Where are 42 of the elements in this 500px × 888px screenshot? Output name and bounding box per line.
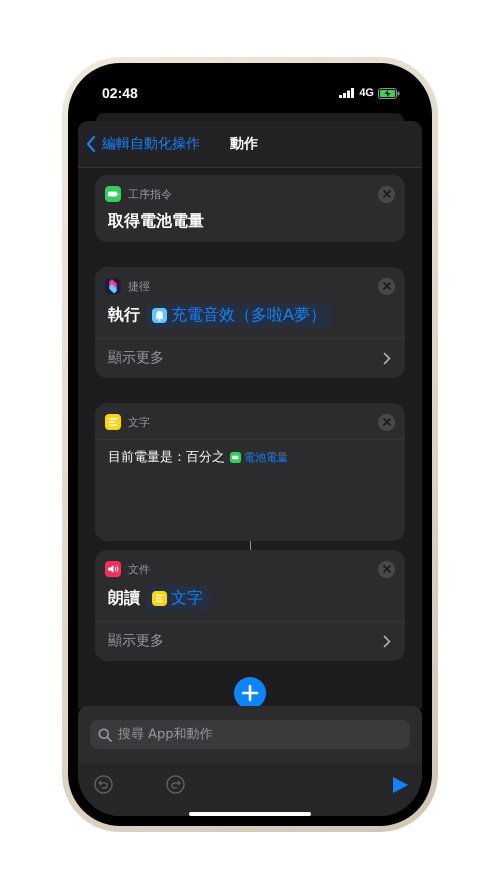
variable-token[interactable]: 充電音效（多啦A夢） [146, 303, 332, 328]
nav-title: 動作 [230, 135, 258, 153]
close-button[interactable] [378, 414, 395, 430]
signal-icon [339, 88, 356, 98]
app-label: 捷徑 [128, 278, 151, 294]
back-chevron-icon [86, 136, 96, 152]
search-icon [98, 728, 112, 742]
action-verb: 朗讀 [108, 588, 140, 609]
close-icon [382, 564, 392, 574]
close-button[interactable] [378, 560, 395, 578]
text-content: 目前電量是：百分之 [108, 449, 225, 466]
undo-icon[interactable] [94, 775, 113, 794]
redo-icon[interactable] [166, 775, 185, 794]
close-icon [382, 417, 392, 427]
bell-icon [152, 308, 167, 323]
search-field[interactable]: 搜尋 App和動作 [90, 720, 410, 749]
network-label: 4G [359, 87, 374, 99]
show-more-row[interactable]: 顯示更多 [95, 339, 405, 378]
action-verb: 執行 [108, 305, 140, 326]
play-icon[interactable] [393, 777, 408, 793]
app-label: 文件 [128, 562, 151, 576]
app-label: 文字 [128, 414, 151, 430]
speaker-icon [105, 561, 121, 577]
battery-charging-icon [378, 88, 400, 98]
variable-token[interactable]: 文字 [146, 586, 209, 611]
status-time: 02:48 [102, 85, 138, 101]
close-icon [382, 189, 392, 199]
back-button[interactable]: 編輯自動化操作 [86, 135, 200, 153]
close-button[interactable] [378, 278, 395, 294]
action-title: 取得電池電量 [108, 211, 204, 232]
variable-token[interactable]: 電池電量 [227, 448, 291, 466]
battery-icon [230, 452, 241, 462]
note-icon [105, 414, 121, 430]
chevron-right-icon [383, 634, 391, 648]
note-icon [152, 591, 167, 606]
battery-icon [105, 186, 121, 202]
close-button[interactable] [378, 186, 395, 202]
app-label: 工序指令 [128, 186, 173, 202]
chevron-right-icon [383, 352, 391, 364]
layers-icon [105, 278, 121, 294]
show-more-row[interactable]: 顯示更多 [95, 622, 405, 661]
close-icon [382, 281, 392, 291]
